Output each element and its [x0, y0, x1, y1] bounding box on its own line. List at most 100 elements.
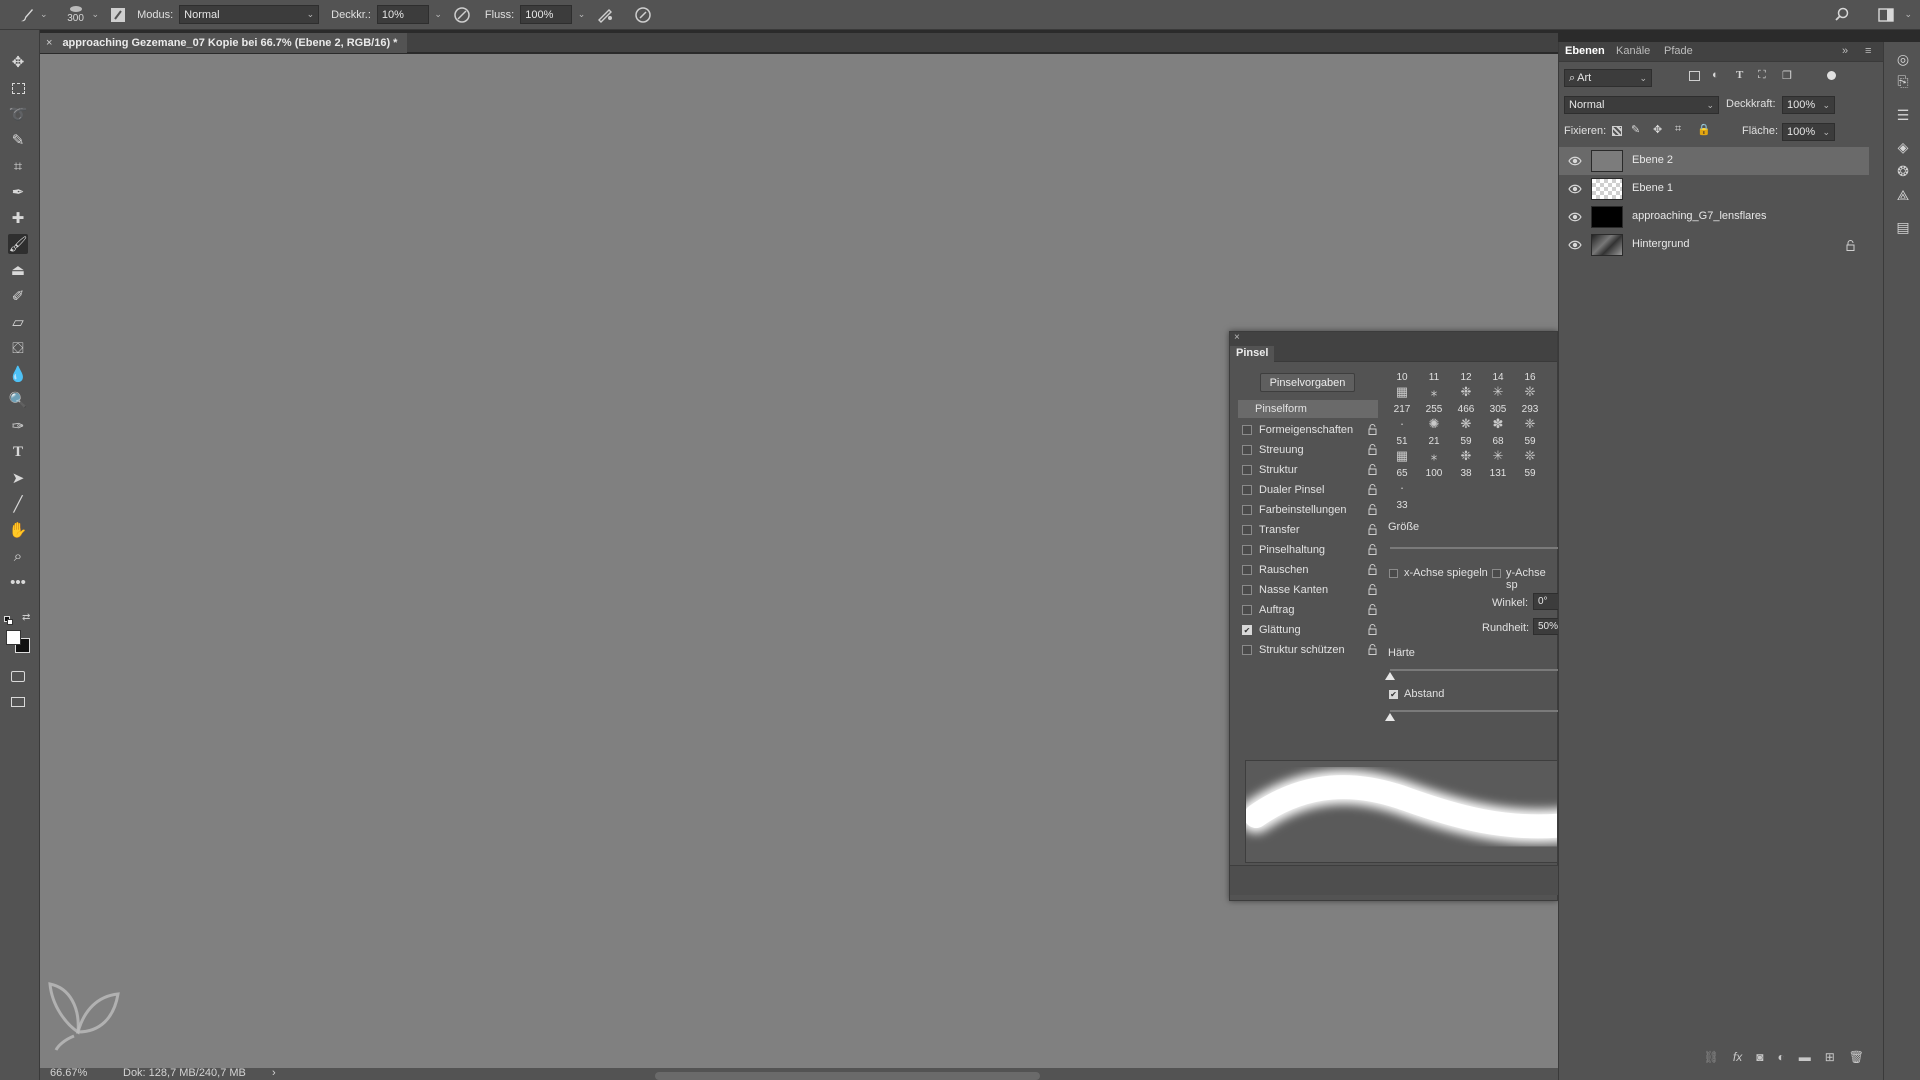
- brush-option-checkbox[interactable]: [1242, 565, 1252, 575]
- brush-tip-thumbnail-icon[interactable]: ✳: [1483, 384, 1513, 400]
- healing-brush-tool-icon[interactable]: ✚: [8, 208, 28, 228]
- brush-tip-thumbnail-icon[interactable]: ❉: [1451, 384, 1481, 400]
- navigator-icon[interactable]: ◎: [1894, 50, 1912, 68]
- pressure-size-icon[interactable]: [634, 6, 652, 24]
- brush-tip-size[interactable]: 59: [1515, 436, 1545, 447]
- quick-mask-icon[interactable]: [8, 666, 28, 686]
- tab-layers[interactable]: Ebenen: [1565, 45, 1605, 57]
- filter-shape-layers-icon[interactable]: ⛶: [1758, 69, 1766, 82]
- brush-tip-thumbnail-icon[interactable]: ✳: [1483, 448, 1513, 464]
- brush-panel-titlebar[interactable]: ×: [1230, 332, 1557, 346]
- quick-selection-tool-icon[interactable]: ✎: [8, 130, 28, 150]
- brush-tip-shape-item[interactable]: Pinselform: [1238, 400, 1378, 418]
- hand-tool-icon[interactable]: ✋: [8, 520, 28, 540]
- visibility-eye-icon[interactable]: [1568, 239, 1582, 251]
- visibility-eye-icon[interactable]: [1568, 155, 1582, 167]
- brush-option-item[interactable]: Farbeinstellungen: [1240, 500, 1380, 520]
- lock-icon[interactable]: [1368, 624, 1377, 635]
- brush-tip-size[interactable]: 293: [1515, 404, 1545, 415]
- brush-tip-size[interactable]: 59: [1451, 436, 1481, 447]
- brush-tip-size[interactable]: 38: [1451, 468, 1481, 479]
- brush-tip-thumbnail-icon[interactable]: ·: [1387, 480, 1417, 495]
- brush-tip-size[interactable]: 68: [1483, 436, 1513, 447]
- layer-thumbnail[interactable]: [1591, 150, 1623, 172]
- brush-tip-thumbnail-icon[interactable]: ❊: [1515, 384, 1545, 400]
- default-colors-icon[interactable]: [4, 616, 14, 626]
- history-brush-tool-icon[interactable]: ✐: [8, 286, 28, 306]
- brush-option-item[interactable]: Struktur: [1240, 460, 1380, 480]
- brush-tool-preset-picker[interactable]: ⌄: [18, 0, 48, 30]
- new-group-icon[interactable]: ▬: [1799, 1050, 1811, 1064]
- brush-tip-size[interactable]: 51: [1387, 436, 1417, 447]
- tab-paths[interactable]: Pfade: [1664, 45, 1693, 57]
- layer-name[interactable]: Ebene 2: [1632, 154, 1673, 166]
- filter-smart-objects-icon[interactable]: ❐: [1782, 69, 1792, 82]
- lock-icon[interactable]: [1368, 644, 1377, 655]
- chevron-down-icon[interactable]: ⌄: [1904, 9, 1912, 20]
- blend-mode-select[interactable]: Normal ⌄: [1564, 96, 1719, 114]
- brush-panel-tab[interactable]: Pinsel: [1230, 346, 1275, 363]
- screen-mode-icon[interactable]: [8, 692, 28, 712]
- brush-option-item[interactable]: Struktur schützen: [1240, 640, 1380, 660]
- lock-icon[interactable]: [1368, 524, 1377, 535]
- foreground-color-swatch[interactable]: [6, 630, 21, 645]
- hardness-slider[interactable]: [1390, 669, 1558, 671]
- brush-option-checkbox[interactable]: [1242, 465, 1252, 475]
- airbrush-icon[interactable]: [596, 6, 614, 24]
- pressure-opacity-icon[interactable]: [453, 6, 471, 24]
- brush-option-item[interactable]: Formeigenschaften: [1240, 420, 1380, 440]
- spacing-slider[interactable]: [1390, 710, 1558, 712]
- paint-bucket-tool-icon[interactable]: ⛋: [8, 338, 28, 358]
- collapse-panels-icon[interactable]: »: [1842, 45, 1848, 57]
- brush-option-checkbox[interactable]: [1242, 445, 1252, 455]
- chevron-down-icon[interactable]: ⌄: [92, 9, 100, 20]
- libraries-icon[interactable]: ▤: [1894, 218, 1912, 236]
- marquee-tool-icon[interactable]: [8, 78, 28, 98]
- pen-tool-icon[interactable]: ✑: [8, 416, 28, 436]
- tab-channels[interactable]: Kanäle: [1616, 45, 1650, 57]
- brush-tip-thumbnail-icon[interactable]: ❉: [1451, 448, 1481, 464]
- properties-icon[interactable]: ☰: [1894, 106, 1912, 124]
- path-selection-tool-icon[interactable]: ➤: [8, 468, 28, 488]
- more-tools-icon[interactable]: •••: [8, 572, 28, 592]
- lock-image-pixels-icon[interactable]: ✎: [1631, 123, 1640, 136]
- lock-icon[interactable]: [1368, 544, 1377, 555]
- filter-toggle-icon[interactable]: [1827, 71, 1836, 80]
- brush-option-item[interactable]: Nasse Kanten: [1240, 580, 1380, 600]
- flip-y-checkbox[interactable]: [1492, 569, 1501, 578]
- layer-thumbnail[interactable]: [1591, 178, 1623, 200]
- blur-tool-icon[interactable]: 💧: [8, 364, 28, 384]
- layer-style-fx-icon[interactable]: fx: [1733, 1050, 1742, 1064]
- lock-icon[interactable]: [1368, 504, 1377, 515]
- brush-tip-thumbnail-icon[interactable]: ·: [1387, 416, 1417, 431]
- brush-tip-size[interactable]: 14: [1483, 372, 1513, 383]
- document-tab[interactable]: × approaching Gezemane_07 Kopie bei 66.7…: [40, 33, 408, 53]
- zoom-tool-icon[interactable]: ⌕: [8, 546, 28, 566]
- brush-tip-size[interactable]: 131: [1483, 468, 1513, 479]
- spacing-checkbox[interactable]: ✔: [1389, 690, 1398, 699]
- brush-tip-thumbnail-icon[interactable]: ❊: [1515, 448, 1545, 464]
- brush-option-checkbox[interactable]: [1242, 585, 1252, 595]
- brush-tip-thumbnail-icon[interactable]: ⁎: [1419, 384, 1449, 400]
- workspace-icon[interactable]: [1878, 7, 1895, 22]
- layer-row[interactable]: Hintergrund: [1559, 231, 1869, 259]
- layer-name[interactable]: Hintergrund: [1632, 238, 1689, 250]
- crop-tool-icon[interactable]: ⌗: [8, 156, 28, 176]
- brush-tip-thumbnail-icon[interactable]: ✽: [1483, 416, 1513, 432]
- brush-tip-size[interactable]: 217: [1387, 404, 1417, 415]
- layer-name[interactable]: Ebene 1: [1632, 182, 1673, 194]
- zoom-level[interactable]: 66.67%: [50, 1067, 87, 1079]
- brush-option-checkbox[interactable]: ✔: [1242, 625, 1252, 635]
- filter-adjustment-layers-icon[interactable]: ◐: [1712, 69, 1719, 81]
- new-adjustment-layer-icon[interactable]: ◐: [1777, 1050, 1784, 1064]
- history-icon[interactable]: ⎘: [1894, 72, 1912, 90]
- toggle-brush-panel-icon[interactable]: [109, 6, 127, 24]
- status-menu-arrow-icon[interactable]: ›: [272, 1067, 276, 1079]
- brush-option-checkbox[interactable]: [1242, 525, 1252, 535]
- panel-menu-icon[interactable]: ≡: [1865, 45, 1871, 57]
- search-icon[interactable]: [1834, 7, 1850, 23]
- brush-option-checkbox[interactable]: [1242, 545, 1252, 555]
- angle-input[interactable]: 0°: [1533, 593, 1559, 610]
- close-icon[interactable]: ×: [46, 37, 52, 49]
- spacing-slider-knob[interactable]: [1385, 713, 1395, 721]
